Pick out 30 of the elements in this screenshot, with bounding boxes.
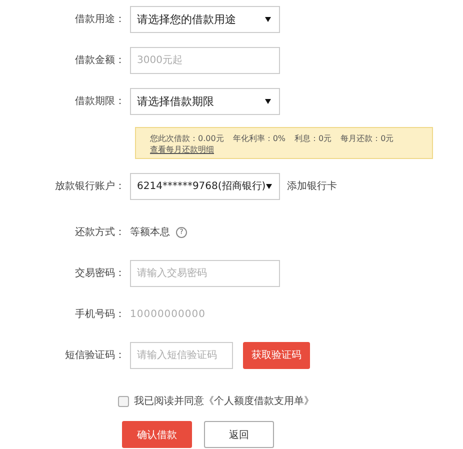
monthly-details-link[interactable]: 查看每月还款明细 [150, 144, 214, 155]
caret-icon [265, 98, 271, 104]
phone-number: 10000000000 [130, 308, 206, 320]
bank-account-select[interactable]: 6214******9768(招商银行) [130, 172, 280, 200]
field-label: 放款银行账户： [54, 180, 126, 193]
caret-icon [265, 16, 271, 22]
summary-text: 每月还款：0元 [340, 133, 394, 144]
purpose-select[interactable]: 请选择您的借款用途 [130, 6, 280, 32]
field-label: 还款方式： [74, 226, 126, 239]
summary-text: 利息：0元 [294, 133, 332, 144]
summary-text: 年化利率：0% [232, 133, 286, 144]
get-code-button[interactable]: 获取验证码 [243, 342, 310, 368]
field-label: 借款期限： [74, 94, 126, 108]
agreement-text: 我已阅读并同意《个人额度借款支用单》 [134, 394, 314, 408]
field-label: 借款金额： [74, 54, 126, 67]
term-select[interactable]: 请选择借款期限 [130, 88, 280, 114]
password-input[interactable]: 请输入交易密码 [130, 260, 280, 286]
field-label: 交易密码： [74, 266, 126, 280]
confirm-button[interactable]: 确认借款 [122, 421, 192, 448]
caret-icon [266, 184, 272, 188]
field-label: 手机号码： [74, 308, 126, 321]
agreement-checkbox[interactable] [118, 396, 129, 406]
field-label: 短信验证码： [64, 349, 126, 362]
sms-code-input[interactable]: 请输入短信验证码 [130, 342, 233, 368]
add-bank-card-link[interactable]: 添加银行卡 [287, 179, 337, 193]
repayment-method: 等额本息 [130, 226, 170, 239]
summary-text: 您此次借款：0.00元 [150, 133, 224, 144]
field-label: 借款用途： [74, 13, 126, 26]
amount-input[interactable]: 3000元起 [130, 46, 280, 74]
back-button[interactable]: 返回 [204, 421, 274, 448]
